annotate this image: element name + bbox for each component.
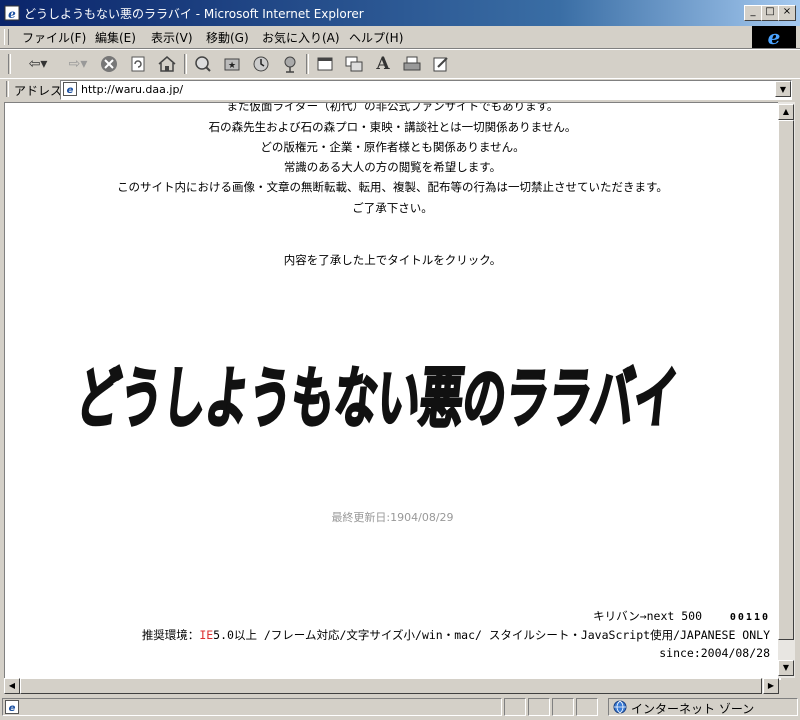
home-icon[interactable] (156, 53, 178, 75)
toolbar-separator (184, 54, 187, 74)
address-bar: アドレス e http://waru.daa.jp/ ▼ (0, 78, 800, 101)
menu-edit[interactable]: 編集(E) (95, 29, 136, 46)
address-input[interactable]: e http://waru.daa.jp/ ▼ (60, 80, 792, 100)
minimize-button[interactable]: _ (744, 5, 762, 21)
page-content: また仮面ライダー（初代）の非公式ファンサイトでもあります。 石の森先生および石の… (4, 102, 781, 680)
menu-help[interactable]: ヘルプ(H) (349, 29, 403, 46)
toolbar-separator (306, 54, 309, 74)
ie-page-icon: e (4, 5, 20, 21)
since-date: since:2004/08/28 (659, 646, 770, 660)
ie-throbber-logo: e (752, 26, 796, 48)
search-icon[interactable] (192, 53, 214, 75)
content-line: どの版権元・企業・原作者様とも関係ありません。 (260, 140, 525, 154)
env-prefix: 推奨環境： (141, 628, 200, 642)
status-pane (528, 698, 550, 716)
print-icon[interactable] (401, 53, 423, 75)
env-rest: 5.0以上 /フレーム対応/文字サイズ小/win・mac/ スタイルシート・Ja… (213, 628, 770, 642)
back-icon[interactable]: ⇦▾ (22, 53, 54, 75)
address-label: アドレス (14, 84, 63, 98)
last-updated: 最終更新日:1904/08/29 (331, 511, 454, 524)
content-line: また仮面ライダー（初代）の非公式ファンサイトでもあります。 (226, 102, 559, 113)
title-bar: e どうしようもない悪のララバイ - Microsoft Internet Ex… (0, 0, 800, 26)
scroll-down-button[interactable]: ▼ (778, 660, 794, 676)
fullscreen-icon[interactable] (314, 53, 336, 75)
address-url: http://waru.daa.jp/ (81, 83, 184, 96)
site-title-logo-text: どうしようもない悪のララバイ (75, 360, 681, 437)
history-icon[interactable] (250, 53, 272, 75)
channels-icon[interactable] (279, 53, 301, 75)
maximize-button[interactable]: □ (761, 5, 779, 21)
menu-file[interactable]: ファイル(F) (22, 29, 86, 46)
status-pane (504, 698, 526, 716)
svg-text:e: e (67, 85, 74, 96)
kiriban-counter: キリバン→next 500 00110 (593, 608, 770, 624)
favorites-icon[interactable]: ★ (221, 53, 243, 75)
status-bar: e インターネット ゾーン (0, 696, 800, 720)
menu-grip (4, 29, 9, 45)
status-main-pane: e (2, 698, 502, 716)
recommended-env: 推奨環境：IE5.0以上 /フレーム対応/文字サイズ小/win・mac/ スタイ… (142, 627, 770, 643)
internet-zone-icon (613, 700, 627, 714)
address-grip (6, 81, 9, 97)
status-pane (552, 698, 574, 716)
browser-window: e どうしようもない悪のララバイ - Microsoft Internet Ex… (0, 0, 800, 720)
security-zone-pane: インターネット ゾーン (608, 698, 798, 716)
menu-bar: ファイル(F) 編集(E) 表示(V) 移動(G) お気に入り(A) ヘルプ(H… (0, 26, 800, 49)
refresh-icon[interactable] (127, 53, 149, 75)
scroll-up-button[interactable]: ▲ (778, 104, 794, 120)
svg-text:e: e (8, 7, 16, 21)
svg-text:e: e (9, 703, 16, 714)
edit-icon[interactable] (430, 53, 452, 75)
menu-go[interactable]: 移動(G) (206, 29, 249, 46)
svg-text:e: e (768, 26, 781, 48)
page-icon: e (63, 82, 77, 96)
scroll-right-button[interactable]: ▶ (763, 678, 779, 694)
env-ie: IE (199, 628, 214, 642)
content-line: このサイト内における画像・文章の無断転載、転用、複製、配布等の行為は一切禁止させ… (117, 180, 668, 194)
address-dropdown-button[interactable]: ▼ (775, 81, 791, 97)
site-title-logo[interactable]: どうしようもない悪のララバイ (75, 325, 695, 465)
vertical-scrollbar[interactable]: ▲ ▼ (778, 102, 795, 678)
window-title: どうしようもない悪のララバイ - Microsoft Internet Expl… (24, 7, 364, 21)
status-pane (576, 698, 598, 716)
font-size-icon[interactable]: A (372, 53, 394, 75)
instruction-text: 内容を了承した上でタイトルをクリック。 (283, 253, 502, 267)
stop-icon[interactable] (98, 53, 120, 75)
kiriban-text: キリバン→next 500 (593, 609, 703, 623)
vertical-scroll-thumb[interactable] (778, 120, 794, 640)
horizontal-scroll-thumb[interactable] (20, 678, 762, 694)
close-button[interactable]: × (778, 5, 796, 21)
horizontal-scrollbar[interactable]: ◀ ▶ (4, 678, 779, 694)
content-line: 石の森先生および石の森プロ・東映・講談社とは一切関係ありません。 (208, 120, 577, 134)
toolbar-grip (8, 54, 11, 74)
page-icon: e (5, 700, 19, 714)
menu-favorites[interactable]: お気に入り(A) (262, 29, 340, 46)
svg-text:★: ★ (228, 61, 236, 71)
mail-icon[interactable] (343, 53, 365, 75)
content-line: 常識のある大人の方の閲覧を希望します。 (283, 160, 502, 174)
standard-toolbar: ⇦▾ ⇨▾ ★ A (0, 49, 800, 79)
content-line: ご了承下さい。 (352, 201, 433, 215)
zone-text: インターネット ゾーン (631, 702, 755, 716)
forward-icon[interactable]: ⇨▾ (62, 53, 94, 75)
scroll-left-button[interactable]: ◀ (4, 678, 20, 694)
menu-view[interactable]: 表示(V) (151, 29, 193, 46)
access-counter: 00110 (729, 612, 770, 623)
